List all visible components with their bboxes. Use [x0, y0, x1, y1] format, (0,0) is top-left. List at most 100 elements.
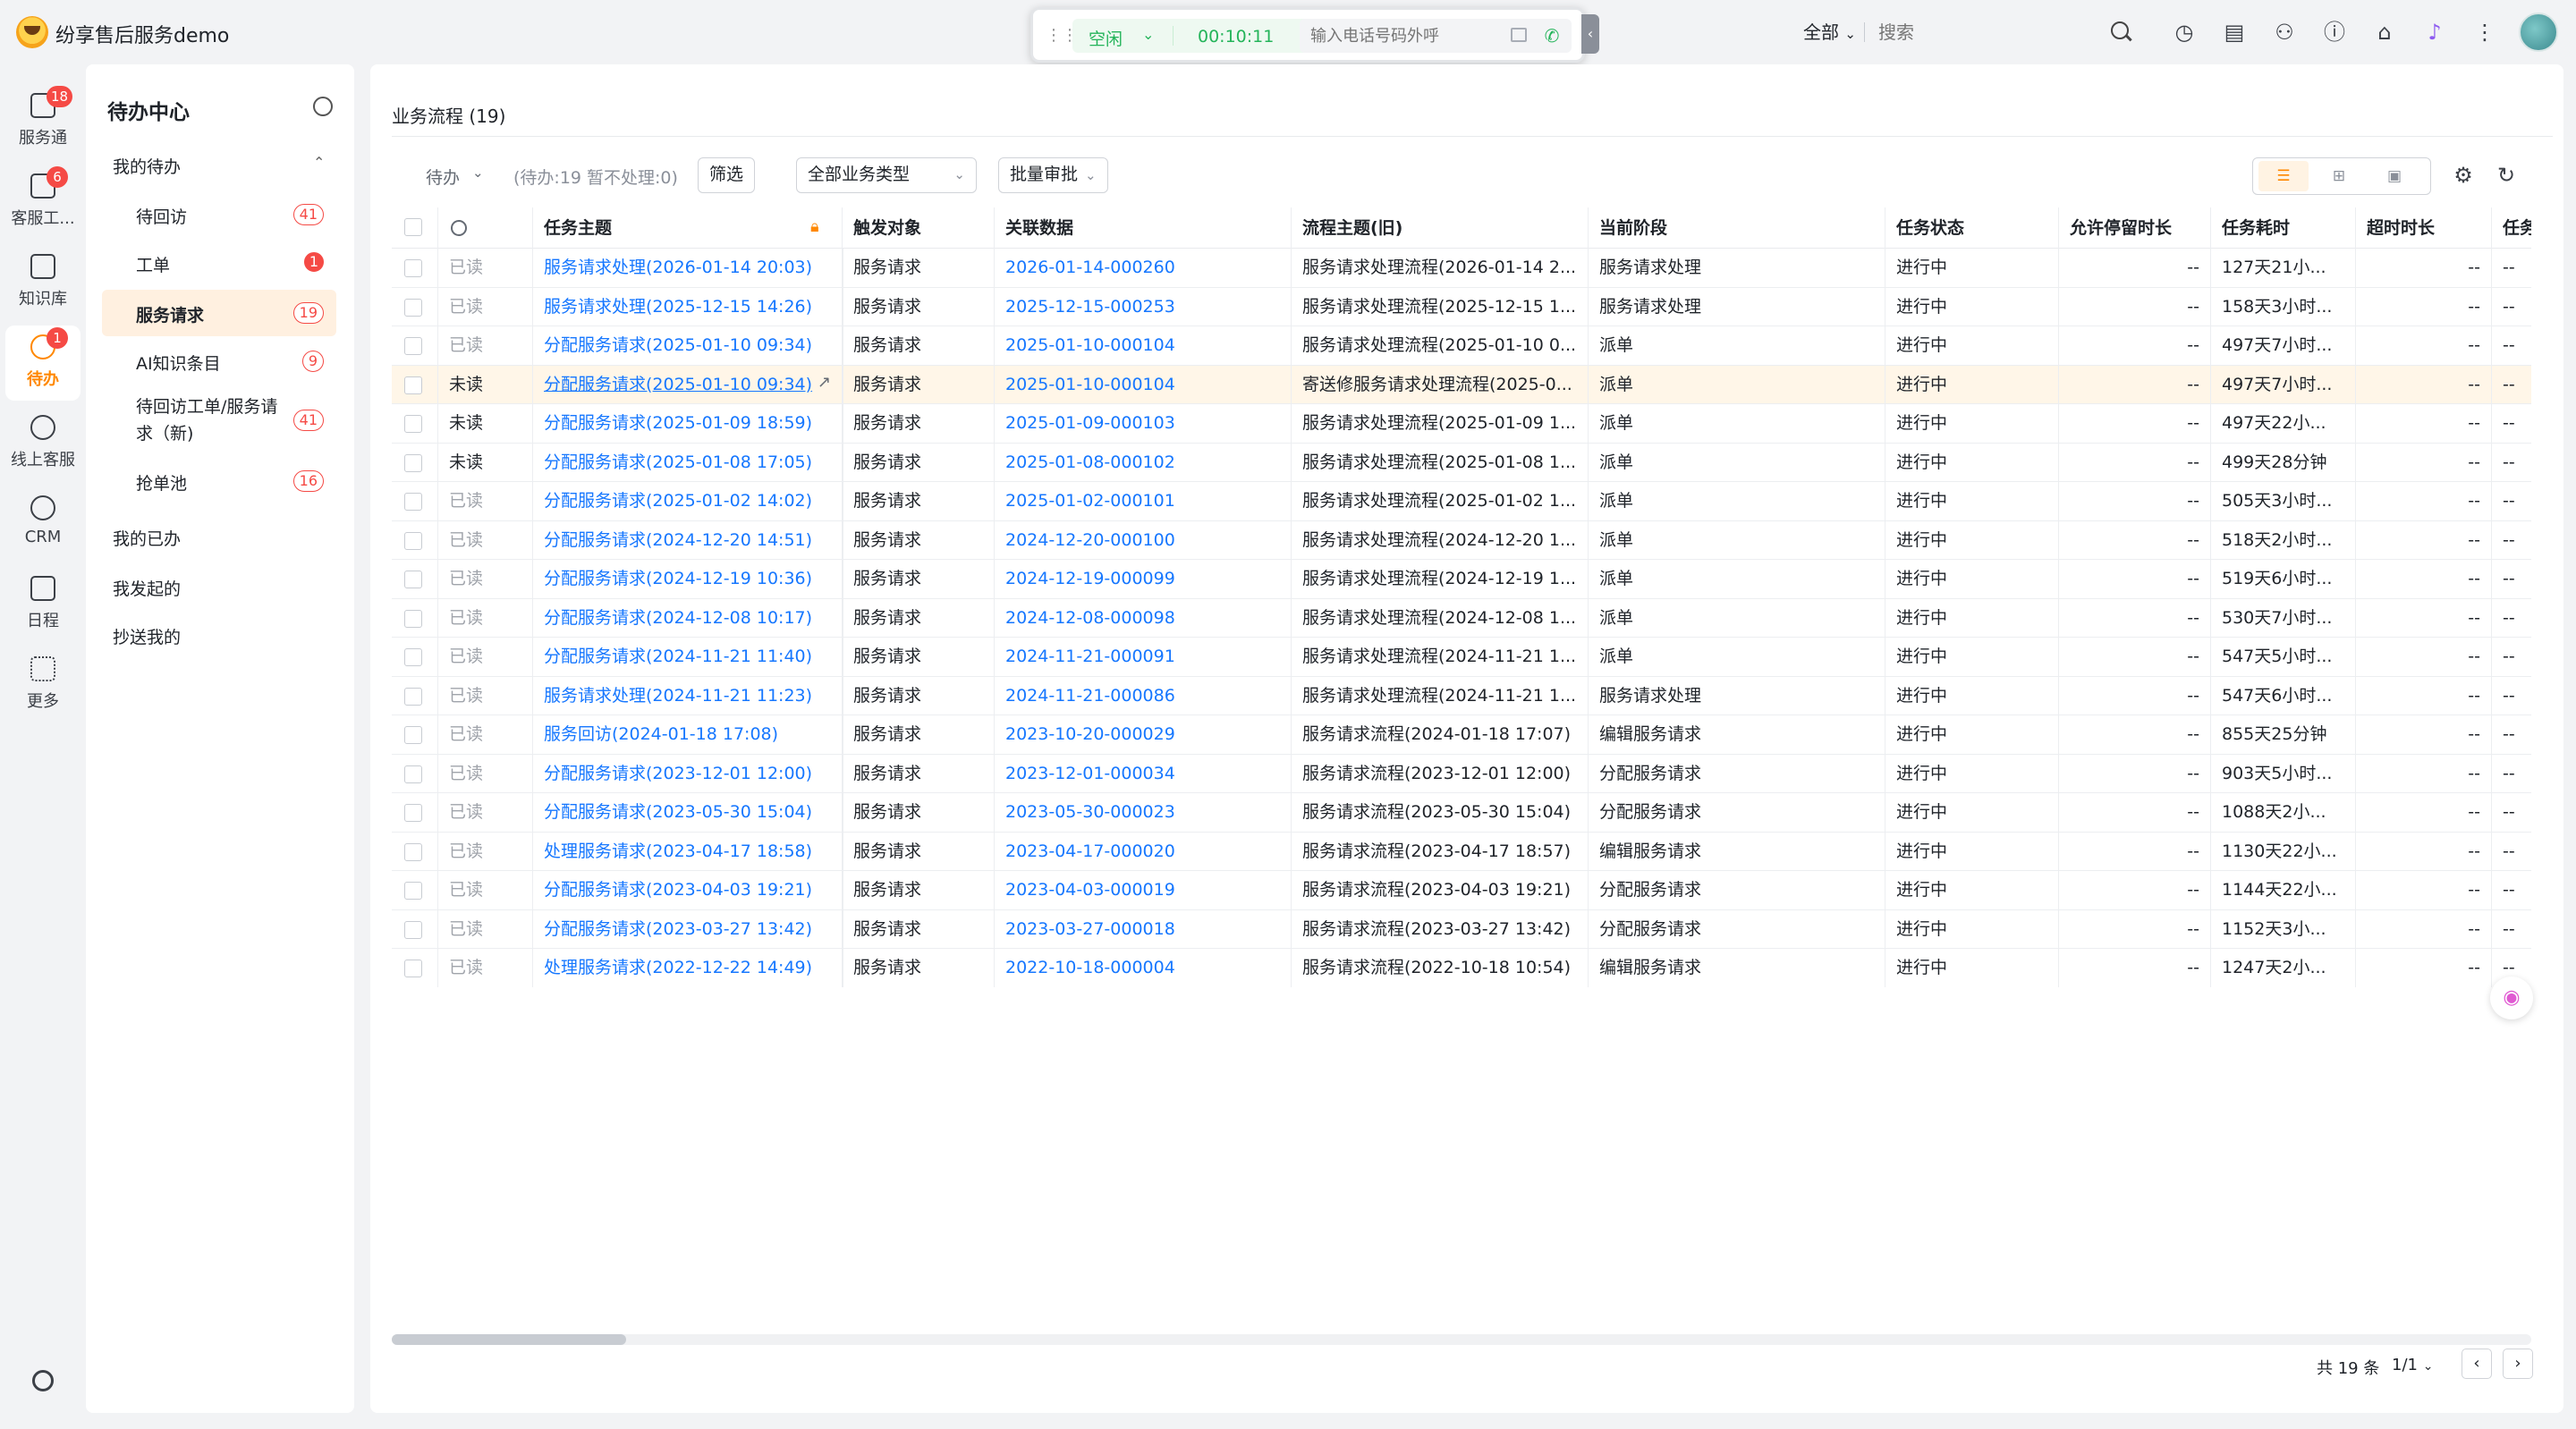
related-data-link[interactable]: 2023-03-27-000018 [995, 909, 1292, 949]
section-cc[interactable]: 抄送我的 [113, 624, 181, 648]
nav-item-online-service[interactable]: 线上客服 [0, 406, 86, 481]
task-subject-link[interactable]: 处理服务请求(2023-04-17 18:58) [533, 832, 843, 871]
row-checkbox[interactable] [404, 920, 422, 939]
agent-status-select[interactable]: 空闲 ⌄ 00:10:11 [1072, 19, 1314, 53]
related-data-link[interactable]: 2023-04-03-000019 [995, 871, 1292, 910]
table-row[interactable]: 未读 分配服务请求(2025-01-08 17:05) 服务请求 2025-01-08… [392, 443, 2531, 482]
related-data-link[interactable]: 2024-12-20-000100 [995, 520, 1292, 560]
column-header[interactable]: 允许停留时长 [2059, 207, 2211, 249]
section-initiated[interactable]: 我发起的 [113, 576, 181, 600]
row-checkbox[interactable] [404, 609, 422, 628]
related-data-link[interactable]: 2024-12-19-000099 [995, 560, 1292, 599]
related-data-link[interactable]: 2025-01-02-000101 [995, 482, 1292, 521]
pager-page-select[interactable]: 1/1 ⌄ [2392, 1356, 2433, 1374]
task-subject-link[interactable]: 服务回访(2024-01-18 17:08) [533, 715, 843, 755]
table-row[interactable]: 已读 服务请求处理(2024-11-21 11:23) 服务请求 2024-11-21… [392, 676, 2531, 715]
table-row[interactable]: 未读 分配服务请求(2025-01-09 18:59) 服务请求 2025-01-09… [392, 404, 2531, 444]
related-data-link[interactable]: 2023-12-01-000034 [995, 754, 1292, 793]
table-row[interactable]: 未读 分配服务请求(2025-01-10 09:34) 服务请求 2025-01-10… [392, 365, 2531, 404]
gear-icon[interactable] [313, 97, 333, 116]
phone-icon[interactable]: ✆ [1541, 24, 1563, 47]
row-checkbox[interactable] [404, 882, 422, 900]
nav-item-agent-workbench[interactable]: 6 客服工... [0, 165, 86, 240]
row-checkbox[interactable] [404, 259, 422, 277]
search-scope-select[interactable]: 全部 ⌄ [1803, 18, 1856, 44]
split-view-icon[interactable]: ▣ [2369, 161, 2419, 191]
column-header[interactable]: 任务状态 [1885, 207, 2059, 249]
list-view-icon[interactable]: ☰ [2258, 161, 2309, 191]
table-row[interactable]: 已读 分配服务请求(2024-12-19 10:36) 服务请求 2024-12-19… [392, 560, 2531, 599]
nav-item-knowledge[interactable]: 知识库 [0, 245, 86, 320]
nav-item-more[interactable]: 更多 [0, 647, 86, 723]
task-subject-link[interactable]: 分配服务请求(2023-12-01 12:00) [533, 754, 843, 793]
settings-icon[interactable]: ⚙ [2451, 163, 2476, 188]
row-checkbox[interactable] [404, 453, 422, 472]
column-header[interactable]: 当前阶段 [1589, 207, 1885, 249]
table-row[interactable]: 已读 分配服务请求(2025-01-10 09:34) 服务请求 2025-01-10… [392, 326, 2531, 366]
row-checkbox[interactable] [404, 415, 422, 433]
column-header[interactable]: 任务主题 [533, 207, 843, 249]
ai-assistant-icon[interactable]: ◉ [2490, 977, 2533, 1019]
row-checkbox[interactable] [404, 765, 422, 783]
row-checkbox[interactable] [404, 531, 422, 550]
related-data-link[interactable]: 2023-05-30-000023 [995, 793, 1292, 833]
table-row[interactable]: 已读 分配服务请求(2025-01-02 14:02) 服务请求 2025-01-02… [392, 482, 2531, 521]
open-external-icon[interactable]: ↗ [818, 373, 831, 392]
collapse-callbar-button[interactable]: ‹ [1581, 14, 1599, 54]
column-header[interactable]: 关联数据 [995, 207, 1292, 249]
lock-icon[interactable]: 🔒︎ [810, 218, 828, 236]
column-header[interactable]: 流程主题(旧) [1292, 207, 1589, 249]
task-subject-link[interactable]: 分配服务请求(2023-05-30 15:04) [533, 793, 843, 833]
related-data-link[interactable]: 2025-01-09-000103 [995, 404, 1292, 444]
related-data-link[interactable]: 2024-12-08-000098 [995, 598, 1292, 638]
refresh-icon[interactable]: ↻ [2494, 163, 2519, 188]
table-row[interactable]: 已读 分配服务请求(2024-12-08 10:17) 服务请求 2024-12-08… [392, 598, 2531, 638]
row-checkbox[interactable] [404, 493, 422, 511]
nav-item-todo[interactable]: 1 待办 [5, 326, 80, 401]
chevron-down-icon[interactable]: ⌄ [472, 165, 484, 181]
table-row[interactable]: 已读 分配服务请求(2023-03-27 13:42) 服务请求 2023-03-27… [392, 909, 2531, 949]
chevron-up-icon[interactable]: ⌃ [313, 154, 325, 171]
related-data-link[interactable]: 2023-04-17-000020 [995, 832, 1292, 871]
row-checkbox[interactable] [404, 960, 422, 977]
column-header[interactable]: 任务 [2492, 207, 2531, 249]
section-done[interactable]: 我的已办 [113, 526, 181, 550]
approval-icon[interactable]: ▤ [2220, 18, 2249, 47]
column-header[interactable]: 任务耗时 [2211, 207, 2356, 249]
prev-page-button[interactable]: ‹ [2462, 1349, 2492, 1379]
todo-status-filter[interactable]: 待办 [426, 165, 460, 189]
keypad-icon[interactable] [1511, 28, 1527, 42]
next-page-button[interactable]: › [2503, 1349, 2533, 1379]
row-checkbox[interactable] [404, 298, 422, 317]
contacts-icon[interactable]: ⚇ [2270, 18, 2299, 47]
filter-button[interactable]: 筛选 [698, 157, 756, 193]
row-checkbox[interactable] [404, 687, 422, 706]
task-subject-link[interactable]: 服务请求处理(2024-11-21 11:23) [533, 676, 843, 715]
related-data-link[interactable]: 2023-10-20-000029 [995, 715, 1292, 755]
table-row[interactable]: 已读 分配服务请求(2024-11-21 11:40) 服务请求 2024-11-21… [392, 638, 2531, 677]
table-row[interactable]: 已读 服务回访(2024-01-18 17:08) 服务请求 2023-10-20-0… [392, 715, 2531, 755]
nav-item-crm[interactable]: CRM [0, 486, 86, 562]
more-vertical-icon[interactable]: ⋮ [2470, 18, 2499, 47]
sidebar-item-revisit[interactable]: 待回访 41 [102, 191, 336, 238]
task-subject-link[interactable]: 处理服务请求(2022-12-22 14:49) [533, 949, 843, 987]
batch-approve-button[interactable]: 批量审批 ⌄ [998, 157, 1108, 193]
task-subject-link[interactable]: 分配服务请求(2025-01-10 09:34) [533, 365, 843, 404]
related-data-link[interactable]: 2025-01-08-000102 [995, 443, 1292, 482]
scrollbar-thumb[interactable] [392, 1334, 626, 1345]
bag-icon[interactable]: ⌂ [2370, 18, 2399, 47]
row-checkbox[interactable] [404, 842, 422, 861]
related-data-link[interactable]: 2024-11-21-000086 [995, 676, 1292, 715]
table-row[interactable]: 已读 服务请求处理(2025-12-15 14:26) 服务请求 2025-12-15… [392, 287, 2531, 326]
column-header[interactable]: 超时时长 [2356, 207, 2492, 249]
related-data-link[interactable]: 2025-12-15-000253 [995, 287, 1292, 326]
task-subject-link[interactable]: 分配服务请求(2025-01-10 09:34) [533, 326, 843, 366]
task-subject-link[interactable]: 分配服务请求(2024-12-20 14:51) [533, 520, 843, 560]
horizontal-scrollbar[interactable] [392, 1334, 2531, 1345]
sidebar-item-ai-knowledge[interactable]: AI知识条目 9 [102, 338, 336, 385]
row-checkbox[interactable] [404, 804, 422, 822]
task-subject-link[interactable]: 分配服务请求(2025-01-09 18:59) [533, 404, 843, 444]
table-row[interactable]: 已读 分配服务请求(2023-05-30 15:04) 服务请求 2023-05-30… [392, 793, 2531, 833]
related-data-link[interactable]: 2025-01-10-000104 [995, 326, 1292, 366]
table-row[interactable]: 已读 服务请求处理(2026-01-14 20:03) 服务请求 2026-01-14… [392, 249, 2531, 288]
